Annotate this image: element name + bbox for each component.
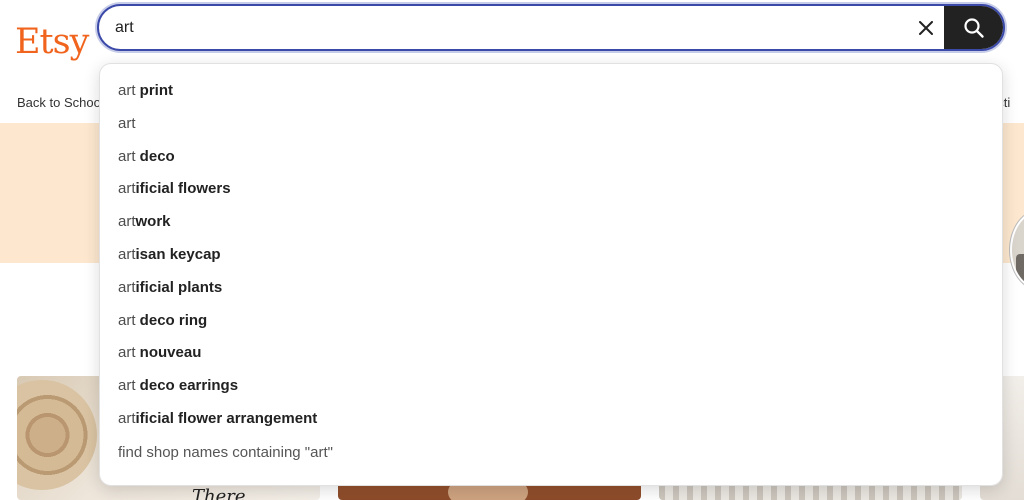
suggestion-item[interactable]: art nouveau [100,337,1002,370]
typed-part: art [118,409,136,427]
etsy-page: Etsy Back to Schoo ecti There art print … [0,0,1024,500]
completion-part: isan keycap [135,245,221,263]
typed-part: art [118,311,136,329]
typed-part: art [118,180,136,198]
search-input[interactable] [115,6,895,49]
completion-part: deco [135,147,175,165]
suggestion-list: art print art art deco artificial flower… [100,64,1002,436]
typed-part: art [118,82,136,99]
completion-part: deco earrings [135,377,239,395]
search-submit-button[interactable] [944,6,1003,49]
suggestion-item[interactable]: art deco earrings [100,370,1002,403]
typed-part: art [118,114,136,132]
find-shop-names-link[interactable]: find shop names containing "art" [118,444,333,461]
suggestion-item[interactable]: art print [100,75,1002,108]
completion-part: ificial plants [135,278,223,296]
typed-part: art [118,344,136,362]
search-icon [963,17,984,38]
etsy-logo[interactable]: Etsy [15,20,89,64]
suggestion-item[interactable]: art deco ring [100,305,1002,338]
suggestion-item[interactable]: artisan keycap [100,239,1002,272]
search-suggestions-dropdown: art print art art deco artificial flower… [99,63,1003,486]
close-icon [919,20,933,35]
typed-part: art [118,147,136,165]
clear-search-button[interactable] [909,6,943,49]
typed-part: art [118,245,136,263]
suggestion-item[interactable]: artwork [100,206,1002,239]
completion-part: print [135,82,174,99]
suggestion-item[interactable]: artificial flowers [100,173,1002,206]
completion-part: ificial flower arrangement [135,409,318,427]
suggestion-item[interactable]: artificial plants [100,272,1002,305]
tile-script-text: There [192,486,246,500]
typed-part: art [118,377,136,395]
typed-part: art [118,278,136,296]
basket-image [17,380,97,490]
typed-part: art [118,213,136,231]
completion-part: work [135,213,171,231]
nav-item-back-to-school[interactable]: Back to Schoo [17,95,101,110]
suggestion-item[interactable]: art deco [100,141,1002,174]
completion-part: deco ring [135,311,208,329]
completion-part: ificial flowers [135,180,231,198]
suggestion-item[interactable]: artificial flower arrangement [100,403,1002,436]
search-bar [97,4,1005,51]
completion-part: nouveau [135,344,202,362]
suggestion-item[interactable]: art [100,108,1002,141]
